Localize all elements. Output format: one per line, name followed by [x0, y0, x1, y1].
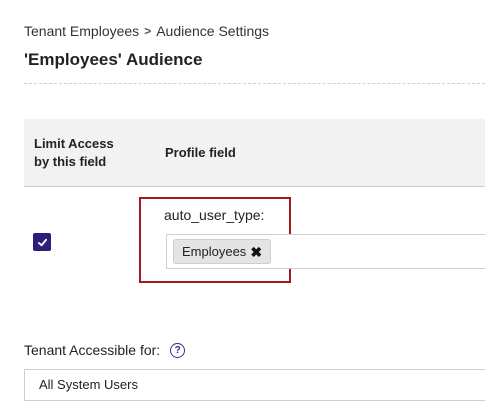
breadcrumb-separator-icon: >: [144, 24, 152, 38]
remove-tag-icon[interactable]: ✖: [250, 245, 262, 259]
breadcrumb-parent-link[interactable]: Tenant Employees: [24, 23, 139, 39]
column-header-profile-field: Profile field: [165, 145, 236, 160]
tenant-accessible-select[interactable]: All System Users: [24, 369, 485, 401]
limit-access-checkbox[interactable]: [33, 233, 51, 251]
tag-label: Employees: [182, 244, 247, 259]
table-header: Limit Access by this field Profile field: [24, 119, 485, 187]
page-title: 'Employees' Audience: [24, 50, 203, 69]
breadcrumb-current: Audience Settings: [156, 23, 270, 39]
profile-field-values-input[interactable]: Employees ✖: [166, 234, 485, 269]
profile-field-name: auto_user_type:: [164, 207, 265, 223]
value-tag-employees: Employees ✖: [173, 239, 272, 264]
checkmark-icon: [37, 238, 47, 246]
breadcrumb: Tenant Employees > Audience Settings: [24, 23, 269, 39]
divider: [24, 83, 485, 84]
help-icon[interactable]: ?: [170, 342, 186, 358]
tenant-accessible-label: Tenant Accessible for: ?: [24, 342, 186, 358]
tenant-accessible-label-text: Tenant Accessible for:: [24, 342, 161, 358]
column-header-limit-access: Limit Access by this field: [34, 136, 114, 169]
